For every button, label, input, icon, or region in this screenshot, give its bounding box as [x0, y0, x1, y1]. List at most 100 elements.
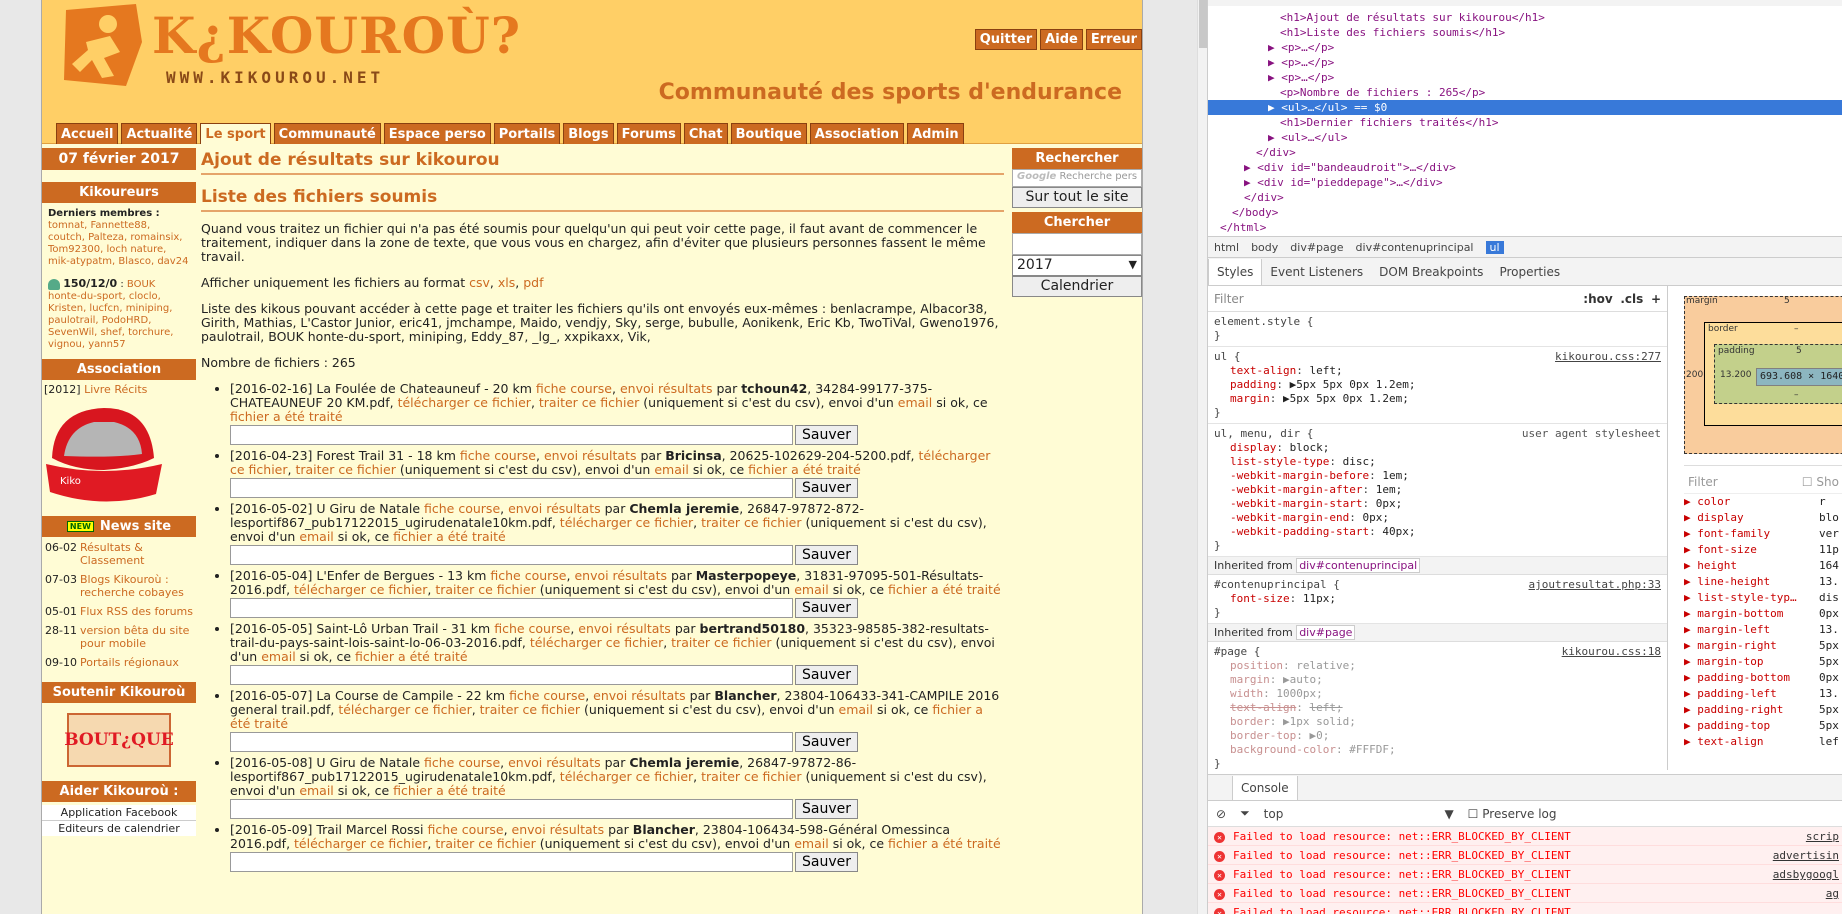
rule-prop[interactable]: width: 1000px;	[1214, 687, 1661, 701]
computed-prop[interactable]: ▶ text-align lef	[1684, 734, 1842, 750]
rule-prop[interactable]: margin: ▶5px 5px 0px 1.2em;	[1214, 392, 1661, 406]
download-file-link[interactable]: télécharger ce fichier	[530, 635, 663, 650]
save-button[interactable]: Sauver	[795, 425, 858, 445]
fiche-course-link[interactable]: fiche course	[490, 568, 566, 583]
format-pdf-link[interactable]: pdf	[523, 275, 543, 290]
file-note-textarea[interactable]	[230, 852, 793, 872]
error-link[interactable]: Erreur	[1085, 29, 1142, 50]
dom-node[interactable]: ▶ <p>…</p>	[1208, 55, 1842, 70]
error-source-link[interactable]: ag	[1826, 884, 1839, 903]
menu-portails[interactable]: Portails	[493, 123, 561, 144]
email-link[interactable]: email	[898, 395, 932, 410]
tab-console[interactable]: Console	[1232, 775, 1298, 800]
menu-espace-perso[interactable]: Espace perso	[383, 123, 491, 144]
rule-prop[interactable]: -webkit-padding-start: 40px;	[1214, 525, 1661, 539]
dom-node[interactable]: ▶ <p>…</p>	[1208, 40, 1842, 55]
fiche-course-link[interactable]: fiche course	[460, 448, 536, 463]
fiche-course-link[interactable]: fiche course	[424, 755, 500, 770]
menu-actualite[interactable]: Actualité	[121, 123, 198, 144]
dom-node[interactable]: ▶ <p>…</p>	[1208, 70, 1842, 85]
help-link[interactable]: Aide	[1040, 29, 1083, 50]
rule-prop[interactable]: background-color: #FFFDF;	[1214, 743, 1661, 757]
rule-prop[interactable]: -webkit-margin-after: 1em;	[1214, 483, 1661, 497]
rule-prop[interactable]: text-align: left;	[1214, 701, 1661, 715]
envoi-resultats-link[interactable]: envoi résultats	[508, 755, 601, 770]
file-note-textarea[interactable]	[230, 598, 793, 618]
error-source-link[interactable]: adsbygoogl	[1773, 865, 1839, 884]
format-xls-link[interactable]: xls	[498, 275, 515, 290]
mark-done-link[interactable]: fichier a été traité	[888, 836, 1001, 851]
format-csv-link[interactable]: csv	[469, 275, 490, 290]
file-note-textarea[interactable]	[230, 478, 793, 498]
tab-dom-breakpoints[interactable]: DOM Breakpoints	[1371, 265, 1491, 279]
file-note-textarea[interactable]	[230, 799, 793, 819]
computed-prop[interactable]: ▶ font-family ver	[1684, 526, 1842, 542]
computed-prop[interactable]: ▶ margin-left 13.	[1684, 622, 1842, 638]
inherited-selector[interactable]: div#contenuprincipal	[1296, 558, 1421, 573]
context-select[interactable]: top ▼	[1264, 807, 1454, 821]
styles-filter[interactable]: Filter :hov .cls +	[1208, 286, 1667, 312]
save-button[interactable]: Sauver	[795, 852, 858, 872]
envoi-resultats-link[interactable]: envoi résultats	[593, 688, 686, 703]
error-source-link[interactable]: advertisin	[1773, 846, 1839, 865]
news-link[interactable]: Flux RSS des forums	[80, 605, 196, 618]
site-search-button[interactable]: Sur tout le site	[1012, 187, 1142, 208]
computed-prop[interactable]: ▶ padding-bottom 0px	[1684, 670, 1842, 686]
boutique-banner[interactable]: BOUT¿QUE	[64, 713, 174, 767]
rule-prop[interactable]: -webkit-margin-end: 0px;	[1214, 511, 1661, 525]
menu-association[interactable]: Association	[809, 123, 905, 144]
mark-done-link[interactable]: fichier a été traité	[355, 649, 468, 664]
help-link-facebook[interactable]: Application Facebook	[42, 805, 196, 821]
menu-admin[interactable]: Admin	[907, 123, 964, 144]
console-error[interactable]: ✕ Failed to load resource: net::ERR_BLOCK…	[1208, 884, 1842, 903]
mark-done-link[interactable]: fichier a été traité	[888, 582, 1001, 597]
computed-prop[interactable]: ▶ padding-right 5px	[1684, 702, 1842, 718]
year-select[interactable]: 2017 ▼	[1012, 255, 1142, 276]
menu-chat[interactable]: Chat	[683, 123, 728, 144]
rule-prop[interactable]: border: ▶1px solid;	[1214, 715, 1661, 729]
rule-prop[interactable]: list-style-type: disc;	[1214, 455, 1661, 469]
fiche-course-link[interactable]: fiche course	[424, 501, 500, 516]
news-link[interactable]: Résultats & Classement	[80, 541, 196, 567]
save-button[interactable]: Sauver	[795, 545, 858, 565]
computed-prop[interactable]: ▶ padding-left 13.	[1684, 686, 1842, 702]
news-link[interactable]: Portails régionaux	[80, 656, 196, 669]
rule-prop[interactable]: padding: ▶5px 5px 0px 1.2em;	[1214, 378, 1661, 392]
rule-prop[interactable]: text-align: left;	[1214, 364, 1661, 378]
rule-prop[interactable]: font-size: 11px;	[1214, 592, 1661, 606]
fiche-course-link[interactable]: fiche course	[509, 688, 585, 703]
error-source-link[interactable]: scrip	[1806, 827, 1839, 846]
red-cap-image[interactable]: Kiko	[44, 398, 164, 510]
members-list[interactable]: tomnat, Fannette88, coutch, Palteza, rom…	[48, 220, 188, 267]
menu-boutique[interactable]: Boutique	[730, 123, 807, 144]
save-button[interactable]: Sauver	[795, 799, 858, 819]
menu-accueil[interactable]: Accueil	[56, 123, 119, 144]
computed-prop[interactable]: ▶ padding-top 5px	[1684, 718, 1842, 734]
fiche-course-link[interactable]: fiche course	[536, 381, 612, 396]
download-file-link[interactable]: télécharger ce fichier	[398, 395, 531, 410]
dom-node[interactable]: <h1>Liste des fichiers soumis</h1>	[1208, 25, 1842, 40]
email-link[interactable]: email	[794, 836, 828, 851]
dom-node[interactable]: </div>	[1208, 145, 1842, 160]
console-error[interactable]: ✕ Failed to load resource: net::ERR_BLOCK…	[1208, 903, 1842, 914]
site-logo[interactable]: K¿KOUROÙ? WWW.KIKOUROU.NET	[56, 2, 520, 88]
computed-prop[interactable]: ▶ display blo	[1684, 510, 1842, 526]
envoi-resultats-link[interactable]: envoi résultats	[512, 822, 605, 837]
crumb-contenu[interactable]: div#contenuprincipal	[1356, 241, 1474, 254]
download-file-link[interactable]: télécharger ce fichier	[294, 582, 427, 597]
dom-node[interactable]: </div>	[1208, 190, 1842, 205]
email-link[interactable]: email	[654, 462, 688, 477]
computed-prop[interactable]: ▶ height 164	[1684, 558, 1842, 574]
computed-prop[interactable]: ▶ margin-right 5px	[1684, 638, 1842, 654]
console-error[interactable]: ✕ Failed to load resource: net::ERR_BLOCK…	[1208, 827, 1842, 846]
file-note-textarea[interactable]	[230, 545, 793, 565]
tab-properties[interactable]: Properties	[1491, 265, 1568, 279]
crumb-page[interactable]: div#page	[1290, 241, 1343, 254]
crumb-ul[interactable]: ul	[1485, 240, 1504, 254]
dom-node[interactable]: ▶ <div id="bandeaudroit">…</div>	[1208, 160, 1842, 175]
mark-done-link[interactable]: fichier a été traité	[393, 783, 506, 798]
treat-file-link[interactable]: traiter ce fichier	[671, 635, 771, 650]
computed-prop[interactable]: ▶ margin-bottom 0px	[1684, 606, 1842, 622]
file-note-textarea[interactable]	[230, 732, 793, 752]
console-error[interactable]: ✕ Failed to load resource: net::ERR_BLOCK…	[1208, 865, 1842, 884]
